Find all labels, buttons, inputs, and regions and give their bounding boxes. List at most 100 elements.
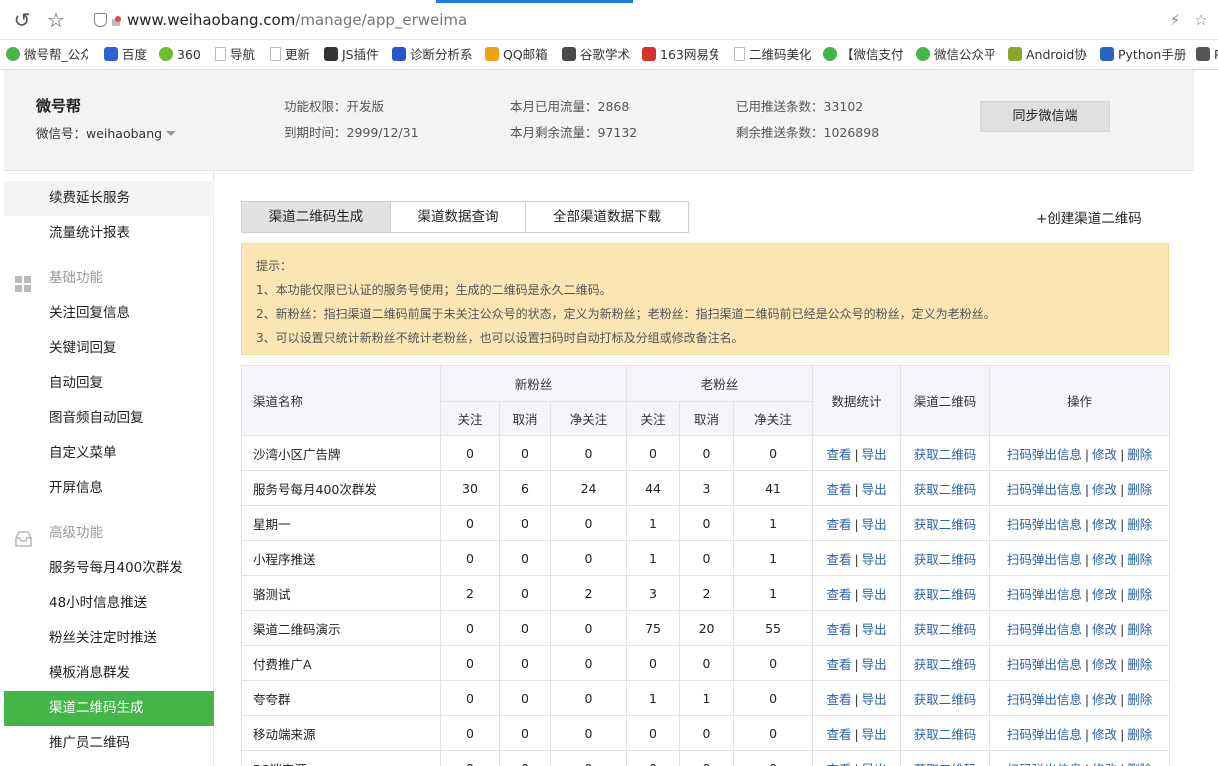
get-qrcode-link[interactable]: 获取二维码 bbox=[914, 482, 977, 497]
popup-info-link[interactable]: 扫码弹出信息 bbox=[1007, 727, 1082, 742]
sidebar-item-qrcode-active[interactable]: 渠道二维码生成 bbox=[4, 691, 214, 726]
sidebar-item[interactable]: 开屏信息 bbox=[4, 471, 214, 506]
popup-info-link[interactable]: 扫码弹出信息 bbox=[1007, 517, 1082, 532]
sidebar-item[interactable]: 自动回复 bbox=[4, 366, 214, 401]
tab-download-all[interactable]: 全部渠道数据下载 bbox=[525, 201, 689, 233]
view-link[interactable]: 查看 bbox=[826, 517, 851, 532]
sidebar-item[interactable]: 关注回复信息 bbox=[4, 296, 214, 331]
create-qrcode-link[interactable]: +创建渠道二维码 bbox=[1036, 207, 1142, 227]
popup-info-link[interactable]: 扫码弹出信息 bbox=[1007, 587, 1082, 602]
url-field[interactable]: www.weihaobang.com/manage/app_erweima bbox=[94, 10, 467, 30]
popup-info-link[interactable]: 扫码弹出信息 bbox=[1007, 692, 1082, 707]
sidebar-item-flow-report[interactable]: 流量统计报表 bbox=[4, 216, 214, 251]
refresh-icon[interactable]: ↺ bbox=[11, 9, 33, 31]
tab-qrcode-generate[interactable]: 渠道二维码生成 bbox=[241, 201, 391, 233]
popup-info-link[interactable]: 扫码弹出信息 bbox=[1007, 657, 1082, 672]
bookmark-item[interactable]: Android协 bbox=[1008, 46, 1088, 64]
bookmark-item[interactable]: 微号帮_公众 bbox=[6, 46, 88, 64]
view-link[interactable]: 查看 bbox=[826, 587, 851, 602]
get-qrcode-link[interactable]: 获取二维码 bbox=[914, 692, 977, 707]
edit-link[interactable]: 修改 bbox=[1092, 447, 1117, 462]
get-qrcode-link[interactable]: 获取二维码 bbox=[914, 517, 977, 532]
get-qrcode-link[interactable]: 获取二维码 bbox=[914, 657, 977, 672]
delete-link[interactable]: 删除 bbox=[1127, 482, 1152, 497]
delete-link[interactable]: 删除 bbox=[1127, 447, 1152, 462]
bookmark-item[interactable]: 163网易免 bbox=[642, 46, 718, 64]
wechat-id-dropdown[interactable]: 微信号：weihaobang bbox=[36, 123, 177, 142]
delete-link[interactable]: 删除 bbox=[1127, 727, 1152, 742]
export-link[interactable]: 导出 bbox=[862, 727, 887, 742]
edit-link[interactable]: 修改 bbox=[1092, 622, 1117, 637]
bookmark-item[interactable]: 360 bbox=[159, 46, 205, 64]
sidebar-item[interactable]: 48小时信息推送 bbox=[4, 586, 214, 621]
sidebar-item[interactable]: 关键词回复 bbox=[4, 331, 214, 366]
get-qrcode-link[interactable]: 获取二维码 bbox=[914, 727, 977, 742]
edit-link[interactable]: 修改 bbox=[1092, 482, 1117, 497]
delete-link[interactable]: 删除 bbox=[1127, 552, 1152, 567]
sidebar-item[interactable]: 模板消息群发 bbox=[4, 656, 214, 691]
lightning-icon[interactable]: ⚡ bbox=[1165, 10, 1185, 30]
view-link[interactable]: 查看 bbox=[826, 622, 851, 637]
view-link[interactable]: 查看 bbox=[826, 762, 851, 766]
edit-link[interactable]: 修改 bbox=[1092, 762, 1117, 766]
bookmark-item[interactable]: JS插件 bbox=[324, 46, 382, 64]
get-qrcode-link[interactable]: 获取二维码 bbox=[914, 622, 977, 637]
bookmark-item[interactable]: 微信公众平 bbox=[916, 46, 994, 64]
view-link[interactable]: 查看 bbox=[826, 657, 851, 672]
sidebar-item[interactable]: 自定义菜单 bbox=[4, 436, 214, 471]
sidebar-item[interactable]: 图音频自动回复 bbox=[4, 401, 214, 436]
edit-link[interactable]: 修改 bbox=[1092, 552, 1117, 567]
tab-channel-query[interactable]: 渠道数据查询 bbox=[390, 201, 526, 233]
view-link[interactable]: 查看 bbox=[826, 447, 851, 462]
get-qrcode-link[interactable]: 获取二维码 bbox=[914, 762, 977, 766]
get-qrcode-link[interactable]: 获取二维码 bbox=[914, 447, 977, 462]
view-link[interactable]: 查看 bbox=[826, 727, 851, 742]
get-qrcode-link[interactable]: 获取二维码 bbox=[914, 552, 977, 567]
bookmark-item[interactable]: 百度 bbox=[104, 46, 150, 64]
delete-link[interactable]: 删除 bbox=[1127, 587, 1152, 602]
edit-link[interactable]: 修改 bbox=[1092, 692, 1117, 707]
export-link[interactable]: 导出 bbox=[862, 657, 887, 672]
bookmark-item[interactable]: QQ邮箱 bbox=[485, 46, 551, 64]
bookmark-item[interactable]: 导航 bbox=[215, 46, 257, 64]
export-link[interactable]: 导出 bbox=[862, 587, 887, 602]
popup-info-link[interactable]: 扫码弹出信息 bbox=[1007, 762, 1082, 766]
bookmark-item[interactable]: 诊断分析系 bbox=[392, 46, 472, 64]
bookmark-item[interactable]: Pyt bbox=[1196, 46, 1218, 64]
sync-wechat-button[interactable]: 同步微信端 bbox=[980, 101, 1110, 132]
bookmark-item[interactable]: Python手册 bbox=[1100, 46, 1186, 64]
bookmark-item[interactable]: 【微信支付 bbox=[823, 46, 903, 64]
bookmark-item[interactable]: 二维码美化 bbox=[734, 46, 814, 64]
edit-link[interactable]: 修改 bbox=[1092, 587, 1117, 602]
delete-link[interactable]: 删除 bbox=[1127, 657, 1152, 672]
delete-link[interactable]: 删除 bbox=[1127, 517, 1152, 532]
delete-link[interactable]: 删除 bbox=[1127, 622, 1152, 637]
popup-info-link[interactable]: 扫码弹出信息 bbox=[1007, 552, 1082, 567]
get-qrcode-link[interactable]: 获取二维码 bbox=[914, 587, 977, 602]
sidebar-item[interactable]: 粉丝关注定时推送 bbox=[4, 621, 214, 656]
export-link[interactable]: 导出 bbox=[862, 692, 887, 707]
sidebar-item-renew[interactable]: 续费延长服务 bbox=[4, 181, 214, 216]
sidebar-item[interactable]: 推广员二维码 bbox=[4, 726, 214, 761]
bookmark-item[interactable]: 更新 bbox=[270, 46, 312, 64]
delete-link[interactable]: 删除 bbox=[1127, 692, 1152, 707]
popup-info-link[interactable]: 扫码弹出信息 bbox=[1007, 622, 1082, 637]
star-icon[interactable]: ☆ bbox=[1191, 10, 1211, 30]
delete-link[interactable]: 删除 bbox=[1127, 762, 1152, 766]
export-link[interactable]: 导出 bbox=[862, 762, 887, 766]
popup-info-link[interactable]: 扫码弹出信息 bbox=[1007, 447, 1082, 462]
edit-link[interactable]: 修改 bbox=[1092, 517, 1117, 532]
edit-link[interactable]: 修改 bbox=[1092, 727, 1117, 742]
sidebar-item[interactable]: 服务号每月400次群发 bbox=[4, 551, 214, 586]
bookmark-item[interactable]: 谷歌学术 bbox=[562, 46, 630, 64]
export-link[interactable]: 导出 bbox=[862, 517, 887, 532]
bookmark-star-icon[interactable]: ☆ bbox=[45, 9, 67, 31]
export-link[interactable]: 导出 bbox=[862, 622, 887, 637]
export-link[interactable]: 导出 bbox=[862, 447, 887, 462]
popup-info-link[interactable]: 扫码弹出信息 bbox=[1007, 482, 1082, 497]
export-link[interactable]: 导出 bbox=[862, 552, 887, 567]
view-link[interactable]: 查看 bbox=[826, 692, 851, 707]
export-link[interactable]: 导出 bbox=[862, 482, 887, 497]
view-link[interactable]: 查看 bbox=[826, 552, 851, 567]
view-link[interactable]: 查看 bbox=[826, 482, 851, 497]
